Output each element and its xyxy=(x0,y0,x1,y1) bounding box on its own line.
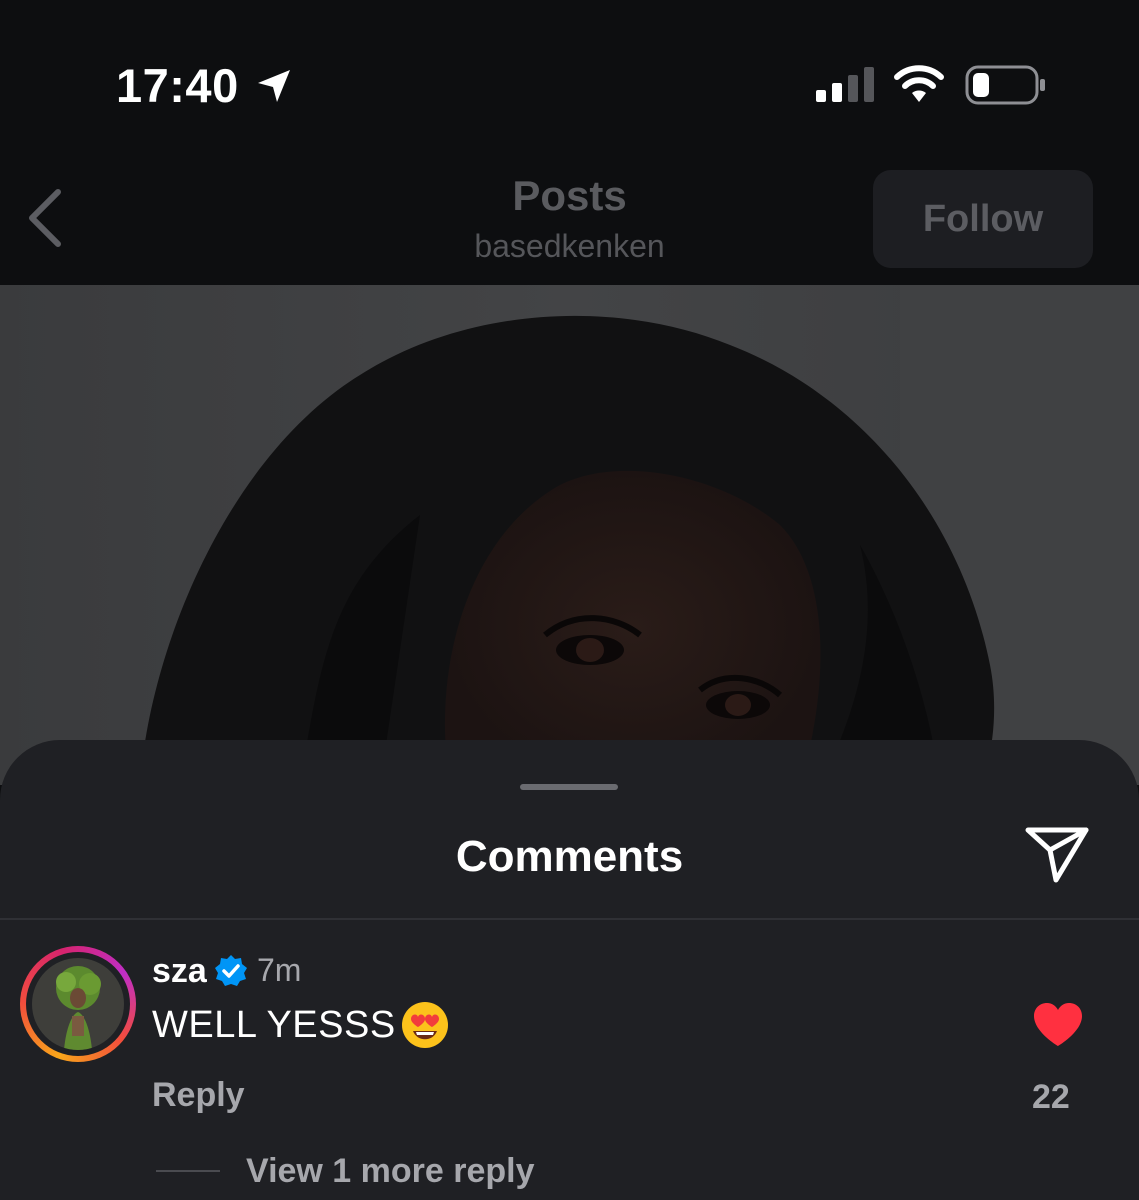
comment-username[interactable]: sza xyxy=(152,952,207,991)
comment-text: WELL YESSS xyxy=(152,1004,396,1046)
follow-button[interactable]: Follow xyxy=(873,170,1093,268)
view-more-replies-button[interactable]: View 1 more reply xyxy=(246,1152,535,1191)
location-arrow-icon xyxy=(258,70,290,102)
heart-eyes-emoji-icon xyxy=(402,1002,448,1048)
heart-filled-icon[interactable] xyxy=(1032,1002,1084,1048)
reply-button[interactable]: Reply xyxy=(152,1076,245,1115)
drag-handle[interactable] xyxy=(520,784,618,790)
avatar-ring-gap xyxy=(26,952,130,1056)
avatar[interactable] xyxy=(20,946,136,1062)
send-icon[interactable] xyxy=(1022,822,1092,886)
cellular-signal-icon xyxy=(816,67,874,102)
verified-badge-icon xyxy=(215,955,247,986)
comment-timestamp: 7m xyxy=(257,952,302,988)
comments-title: Comments xyxy=(455,832,684,881)
like-count: 22 xyxy=(1032,1078,1070,1116)
wifi-icon xyxy=(894,65,944,102)
avatar-photo xyxy=(32,958,124,1050)
post-photo xyxy=(0,285,1139,785)
replies-divider-line xyxy=(156,1170,220,1172)
battery-icon xyxy=(965,65,1045,105)
screen: 17:40 Posts basedkenken Follow Comments … xyxy=(0,0,1139,1200)
status-time: 17:40 xyxy=(116,59,239,112)
status-bar: 17:40 xyxy=(0,0,1139,150)
